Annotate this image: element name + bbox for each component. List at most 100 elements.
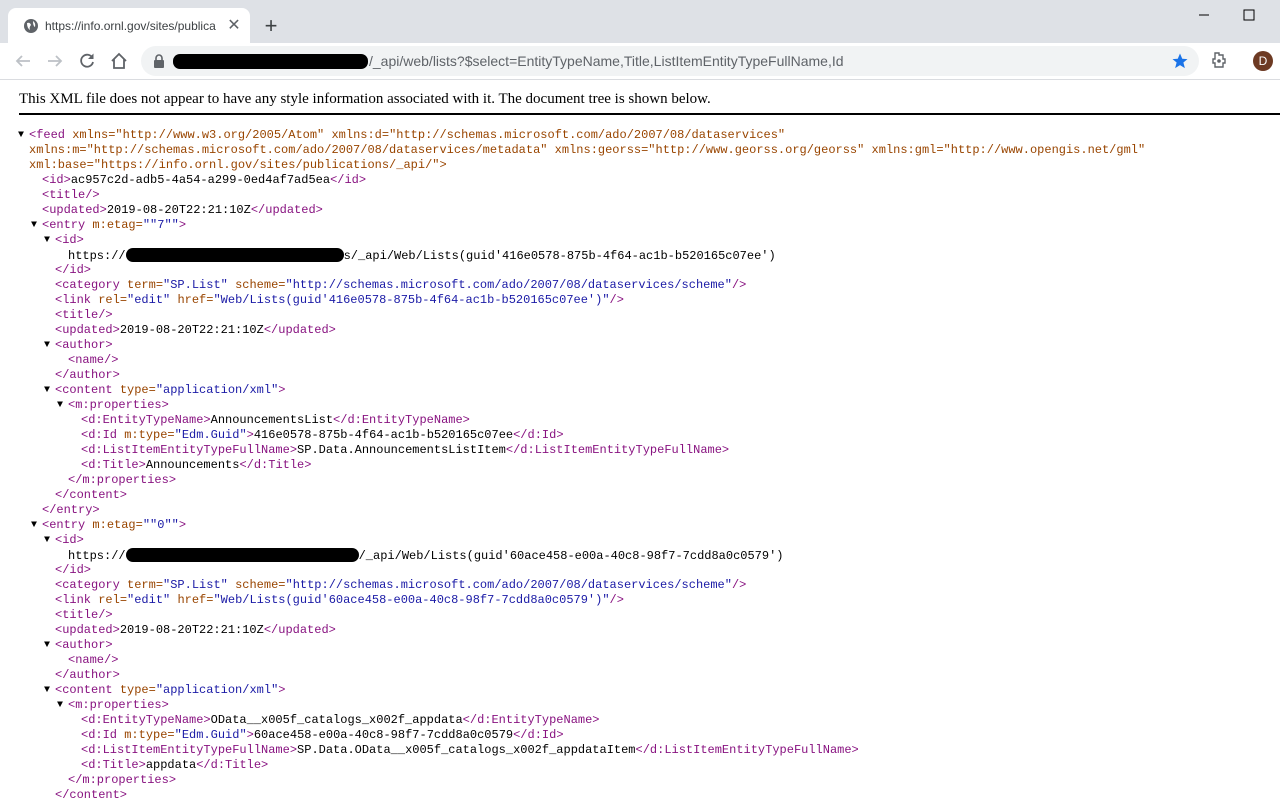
xml-line: xml:base="https://info.ornl.gov/sites/pu… [0,158,1280,173]
collapse-triangle-icon[interactable]: ▼ [31,518,37,533]
new-tab-button[interactable]: + [260,15,282,37]
xml-line: <updated>2019-08-20T22:21:10Z</updated> [55,623,336,637]
collapse-triangle-icon[interactable]: ▼ [44,338,50,353]
category-term: SP.List [170,278,221,292]
maximize-button[interactable] [1238,4,1260,26]
xml-line: </id> [55,263,92,277]
xml-line: ▼ <entry m:etag=""0""> [31,518,187,533]
xml-line: <title/> [55,308,113,322]
address-bar[interactable]: /_api/web/lists?$select=EntityTypeName,T… [141,46,1199,76]
xml-line: <d:Title>appdata</d:Title> [81,758,269,772]
profile-avatar[interactable]: D [1253,51,1273,71]
xml-line: <d:Id m:type="Edm.Guid">416e0578-875b-4f… [81,428,564,442]
collapse-triangle-icon[interactable]: ▼ [57,398,63,413]
entity-type-name: AnnouncementsList [210,413,334,427]
entry-etag: "7" [150,218,172,232]
entry-updated: 2019-08-20T22:21:10Z [119,323,264,337]
id-redaction [125,248,344,262]
tab-title: https://info.ornl.gov/sites/publica [45,19,216,33]
link-href: Web/Lists(guid'60ace458-e00a-40c8-98f7-7… [220,593,603,607]
xml-line: <d:EntityTypeName>OData__x005f_catalogs_… [81,713,600,727]
link-rel: edit [134,593,164,607]
xml-line: </id> [55,563,92,577]
collapse-triangle-icon[interactable]: ▼ [44,533,50,548]
list-item-full-name: SP.Data.OData__x005f_catalogs_x002f_appd… [297,743,636,757]
category-scheme: http://schemas.microsoft.com/ado/2007/08… [292,278,725,292]
xml-line: </m:properties> [68,473,177,487]
entry-guid: 416e0578-875b-4f64-ac1b-b520165c07ee [253,428,514,442]
bookmark-star-icon[interactable] [1171,52,1189,70]
xml-line: ▼ <content type="application/xml"> [44,383,286,398]
url-text: /_api/web/lists?$select=EntityTypeName,T… [369,53,844,69]
entry-updated: 2019-08-20T22:21:10Z [119,623,264,637]
xml-line: ▼ <author> [44,638,113,653]
xml-line: <d:Title>Announcements</d:Title> [81,458,312,472]
list-item-full-name: SP.Data.AnnouncementsListItem [297,443,506,457]
collapse-triangle-icon[interactable]: ▼ [44,233,50,248]
xml-line: </entry> [42,503,100,517]
minimize-button[interactable] [1193,4,1215,26]
forward-arrow-icon[interactable] [44,50,66,72]
entity-type-name: OData__x005f_catalogs_x002f_appdata [210,713,463,727]
xml-line: xmlns:m="http://schemas.microsoft.com/ad… [0,143,1280,158]
collapse-triangle-icon[interactable]: ▼ [44,638,50,653]
tab-strip: https://info.ornl.gov/sites/publica ✕ + [0,0,1280,43]
collapse-triangle-icon[interactable]: ▼ [44,383,50,398]
entry-title: Announcements [145,458,240,472]
id-redaction [125,548,359,562]
home-icon[interactable] [108,50,130,72]
category-term: SP.List [170,578,221,592]
feed-xml-base: xml:base="https://info.ornl.gov/sites/pu… [29,158,447,172]
reload-icon[interactable] [76,50,98,72]
xml-line: <updated>2019-08-20T22:21:10Z</updated> [55,323,336,337]
xml-line: <d:EntityTypeName>AnnouncementsList</d:E… [81,413,470,427]
xml-line: ▼ <feed xmlns="http://www.w3.org/2005/Ato… [18,128,786,143]
entry-id-prefix: https:// [68,249,126,263]
xml-line: <name/> [68,353,119,367]
back-arrow-icon[interactable] [12,50,34,72]
xml-line: <d:ListItemEntityTypeFullName>SP.Data.OD… [81,743,859,757]
xml-line: ▼ <author> [44,338,113,353]
xml-line: </author> [55,368,120,382]
collapse-triangle-icon[interactable]: ▼ [31,218,37,233]
xml-line: ▼ <content type="application/xml"> [44,683,286,698]
collapse-triangle-icon[interactable]: ▼ [57,698,63,713]
xml-line: </m:properties> [68,773,177,787]
link-rel: edit [134,293,164,307]
xml-line: <d:ListItemEntityTypeFullName>SP.Data.An… [81,443,730,457]
url-redaction [173,54,368,69]
browser-tab[interactable]: https://info.ornl.gov/sites/publica ✕ [8,8,250,43]
entry-id-suffix: /_api/Web/Lists(guid'60ace458-e00a-40c8-… [358,549,784,563]
feed-namespaces: xmlns="http://www.w3.org/2005/Atom" xmln… [72,128,786,142]
lock-icon [154,54,164,68]
xml-line: <updated>2019-08-20T22:21:10Z</updated> [42,203,323,217]
collapse-triangle-icon[interactable]: ▼ [18,128,24,143]
xml-line: <category term="SP.List" scheme="http://… [55,578,747,592]
feed-id: ac957c2d-adb5-4a54-a299-0ed4af7ad5ea [70,173,331,187]
xml-line: <d:Id m:type="Edm.Guid">60ace458-e00a-40… [81,728,564,742]
entry-title: appdata [145,758,197,772]
xml-line: https:// s/_api/Web/Lists(guid'416e0578-8… [0,248,1280,263]
xml-line: ▼ <id> [44,533,84,548]
close-tab-icon[interactable]: ✕ [225,17,243,35]
xml-line: <category term="SP.List" scheme="http://… [55,278,747,292]
xml-line: <name/> [68,653,119,667]
content-type: application/xml [163,383,272,397]
xml-line: ▼ <id> [44,233,84,248]
extension-icon[interactable] [1209,50,1229,70]
xml-line: </content> [55,488,128,502]
globe-icon [24,19,38,33]
xml-line: <title/> [42,188,100,202]
xml-line: <link rel="edit" href="Web/Lists(guid'60… [55,593,624,607]
xml-style-notice: This XML file does not appear to have an… [19,91,711,107]
collapse-triangle-icon[interactable]: ▼ [44,683,50,698]
entry-id-prefix: https:// [68,549,126,563]
xml-line: ▼ <entry m:etag=""7""> [31,218,187,233]
feed-namespaces-2: xmlns:m="http://schemas.microsoft.com/ad… [29,143,1146,157]
notice-divider [19,113,1280,115]
guid-type: Edm.Guid [181,428,240,442]
category-scheme: http://schemas.microsoft.com/ado/2007/08… [292,578,725,592]
toolbar: /_api/web/lists?$select=EntityTypeName,T… [0,43,1280,80]
entry-guid: 60ace458-e00a-40c8-98f7-7cdd8a0c0579 [253,728,514,742]
xml-line: <link rel="edit" href="Web/Lists(guid'41… [55,293,624,307]
